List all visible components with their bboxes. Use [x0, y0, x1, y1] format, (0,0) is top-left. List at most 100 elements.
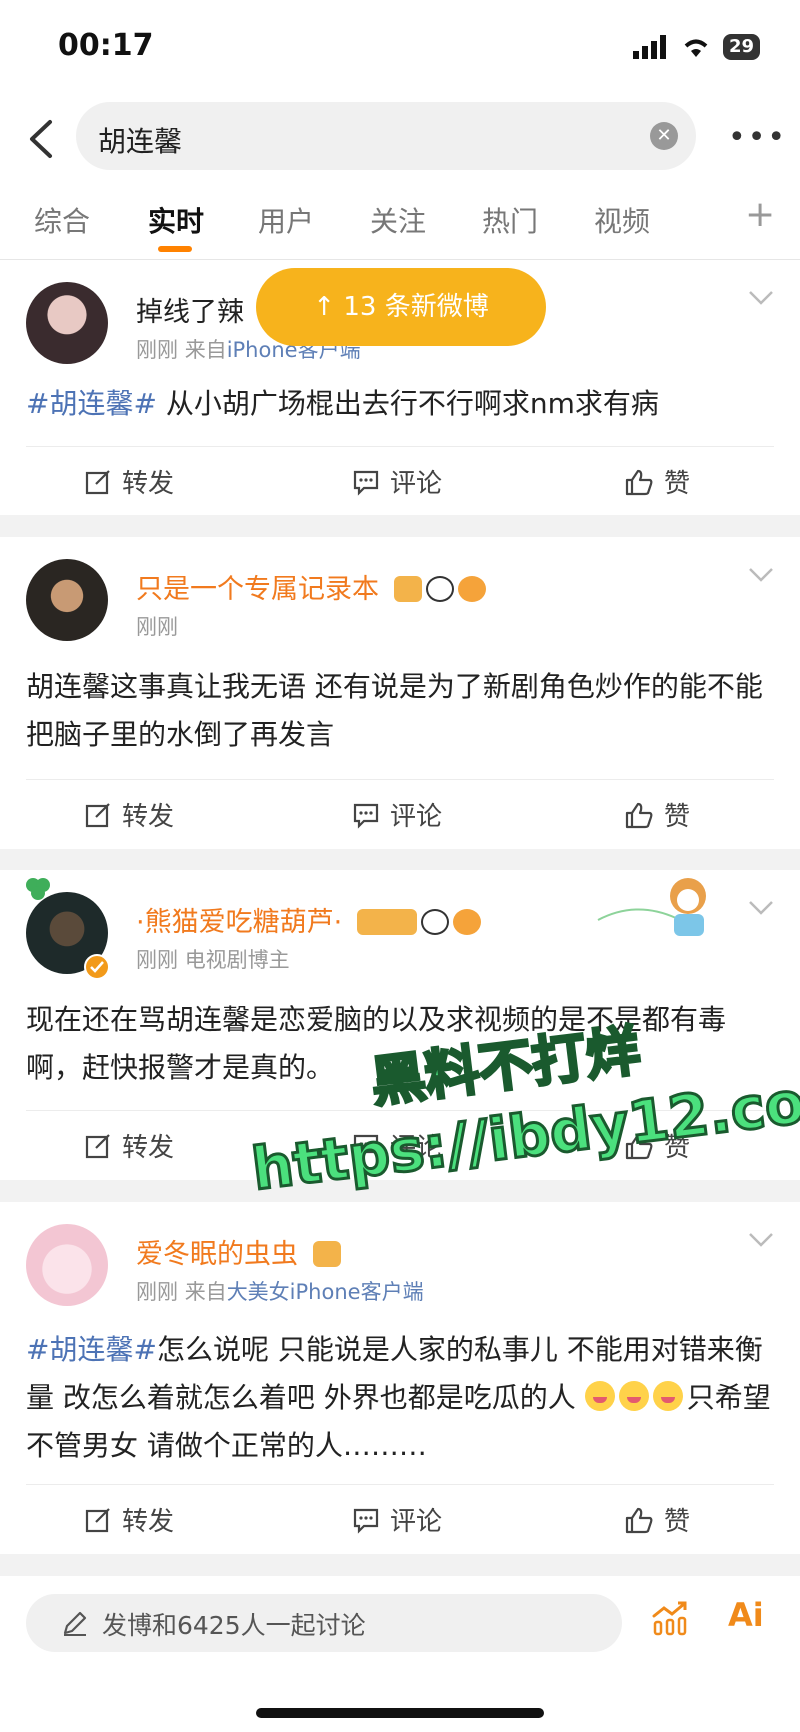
post-via: 来自 — [184, 1280, 227, 1304]
thumbs-up-icon — [625, 802, 653, 828]
post-body: #胡连馨#怎么说呢 只能说是人家的私事儿 不能用对错来衡量 改怎么着就怎么着吧 … — [26, 1326, 776, 1470]
repost-icon — [85, 469, 110, 494]
post-username[interactable]: 掉线了辣 — [136, 290, 244, 329]
chevron-down-icon[interactable] — [748, 1232, 774, 1248]
battery-indicator: 29 — [722, 34, 760, 60]
post-card[interactable]: 只是一个专属记录本 刚刚 胡连馨这事真让我无语 还有说是为了新剧角色炒作的能不能… — [0, 537, 800, 849]
post-time: 刚刚 — [136, 1280, 178, 1304]
wifi-icon — [684, 39, 708, 57]
post-text: 从小胡广场棍出去行不行啊求nm求有病 — [156, 387, 659, 420]
like-label: 赞 — [664, 1507, 691, 1537]
tab-hot[interactable]: 热门 — [482, 200, 538, 240]
post-username[interactable]: ·熊猫爱吃糖葫芦· — [136, 900, 481, 939]
post-body: #胡连馨# 从小胡广场棍出去行不行啊求nm求有病 — [26, 380, 776, 428]
post-username-text: 只是一个专属记录本 — [136, 574, 379, 605]
avatar[interactable] — [26, 559, 108, 641]
like-button[interactable]: 赞 — [624, 796, 690, 833]
chevron-down-icon[interactable] — [748, 290, 774, 306]
post-card[interactable]: 爱冬眠的虫虫 刚刚 来自大美女iPhone客户端 #胡连馨#怎么说呢 只能说是人… — [0, 1202, 800, 1554]
user-badges — [312, 1241, 341, 1267]
compose-input[interactable]: 发博和6425人一起讨论 — [26, 1594, 622, 1652]
post-topic[interactable]: #胡连馨# — [26, 1333, 157, 1366]
ai-assistant-button[interactable]: Ai — [728, 1596, 764, 1634]
repost-icon — [85, 1507, 110, 1532]
comment-button[interactable]: 评论 — [352, 1501, 442, 1538]
repost-icon — [85, 1133, 110, 1158]
post-card[interactable]: ·熊猫爱吃糖葫芦· 刚刚 电视剧博主 现在还在骂胡连馨是恋爱脑的以及求视频的是不… — [0, 870, 800, 1180]
like-label: 赞 — [664, 1133, 691, 1163]
post-username-text: 爱冬眠的虫虫 — [136, 1239, 298, 1270]
search-query: 胡连馨 — [98, 125, 183, 158]
clover-icon — [26, 878, 50, 900]
post-source[interactable]: 大美女iPhone客户端 — [227, 1280, 424, 1304]
comment-button[interactable]: 评论 — [352, 1127, 442, 1164]
comment-button[interactable]: 评论 — [352, 796, 442, 833]
repost-button[interactable]: 转发 — [84, 463, 174, 500]
crown-badge-icon — [393, 576, 422, 602]
chevron-down-icon[interactable] — [748, 900, 774, 916]
like-button[interactable]: 赞 — [624, 1501, 690, 1538]
vip-level-badge-icon — [356, 909, 417, 935]
tab-following[interactable]: 关注 — [370, 200, 426, 240]
avatar[interactable] — [26, 1224, 108, 1306]
compose-placeholder: 发博和6425人一起讨论 — [102, 1611, 366, 1640]
status-bar: 00:17 29 — [0, 0, 800, 100]
more-options-icon[interactable]: ••• — [728, 120, 785, 155]
post-actions: 转发 评论 赞 — [26, 446, 774, 516]
post-actions: 转发 评论 赞 — [26, 779, 774, 849]
post-via: 来自 — [184, 338, 227, 362]
repost-button[interactable]: 转发 — [84, 1501, 174, 1538]
add-tab-icon[interactable]: + — [745, 194, 775, 235]
search-input[interactable]: 胡连馨 ✕ — [76, 102, 696, 170]
verified-badge-icon — [84, 954, 110, 980]
thumbs-up-icon — [625, 1507, 653, 1533]
back-arrow-icon[interactable] — [20, 116, 66, 162]
post-username[interactable]: 只是一个专属记录本 — [136, 567, 486, 606]
post-time: 刚刚 — [136, 338, 178, 362]
comment-icon — [353, 1508, 379, 1534]
avatar[interactable] — [26, 282, 108, 364]
post-username[interactable]: 爱冬眠的虫虫 — [136, 1232, 341, 1271]
panda-badge-icon — [420, 909, 449, 935]
comment-label: 评论 — [390, 1507, 443, 1537]
new-posts-banner[interactable]: ↑ 13 条新微博 — [256, 268, 546, 346]
tab-realtime[interactable]: 实时 — [148, 200, 204, 240]
user-badges — [393, 576, 486, 602]
active-tab-indicator — [158, 246, 192, 252]
comment-label: 评论 — [390, 469, 443, 499]
like-button[interactable]: 赞 — [624, 463, 690, 500]
repost-button[interactable]: 转发 — [84, 796, 174, 833]
tab-users[interactable]: 用户 — [258, 200, 314, 240]
comment-button[interactable]: 评论 — [352, 463, 442, 500]
shiba-decoration-icon — [597, 878, 706, 936]
tab-bar: 综合 实时 用户 关注 热门 视频 + — [0, 182, 800, 260]
repost-button[interactable]: 转发 — [84, 1127, 174, 1164]
signal-icon — [632, 35, 666, 59]
tab-comprehensive[interactable]: 综合 — [34, 200, 90, 240]
like-label: 赞 — [664, 802, 691, 832]
clear-search-icon[interactable]: ✕ — [650, 122, 678, 150]
post-topic[interactable]: #胡连馨# — [26, 387, 157, 420]
repost-label: 转发 — [122, 802, 175, 832]
post-meta: 刚刚 来自大美女iPhone客户端 — [136, 1276, 424, 1306]
user-badges — [356, 909, 481, 935]
bottom-bar: 发博和6425人一起讨论 Ai — [0, 1576, 800, 1732]
chevron-down-icon[interactable] — [748, 567, 774, 583]
drooling-emoji-icon — [618, 1381, 649, 1411]
tab-videos[interactable]: 视频 — [594, 200, 650, 240]
repost-label: 转发 — [122, 1133, 175, 1163]
post-actions: 转发 评论 赞 — [26, 1110, 774, 1180]
thumbs-up-icon — [625, 469, 653, 495]
post-username-text: ·熊猫爱吃糖葫芦· — [136, 907, 343, 938]
post-body: 现在还在骂胡连馨是恋爱脑的以及求视频的是不是都有毒啊，赶快报警才是真的。 — [26, 996, 776, 1092]
comment-icon — [353, 803, 379, 829]
like-button[interactable]: 赞 — [624, 1127, 690, 1164]
drooling-emoji-icon — [652, 1381, 683, 1411]
post-text: 胡连馨这事真让我无语 还有说是为了新剧角色炒作的能不能把脑子里的水倒了再发言 — [26, 670, 763, 751]
post-time: 刚刚 — [136, 948, 178, 972]
trend-chart-icon[interactable] — [650, 1598, 690, 1638]
status-time: 00:17 — [58, 28, 154, 63]
post-meta: 刚刚 电视剧博主 — [136, 944, 290, 974]
repost-label: 转发 — [122, 1507, 175, 1537]
pencil-icon — [63, 1611, 87, 1636]
